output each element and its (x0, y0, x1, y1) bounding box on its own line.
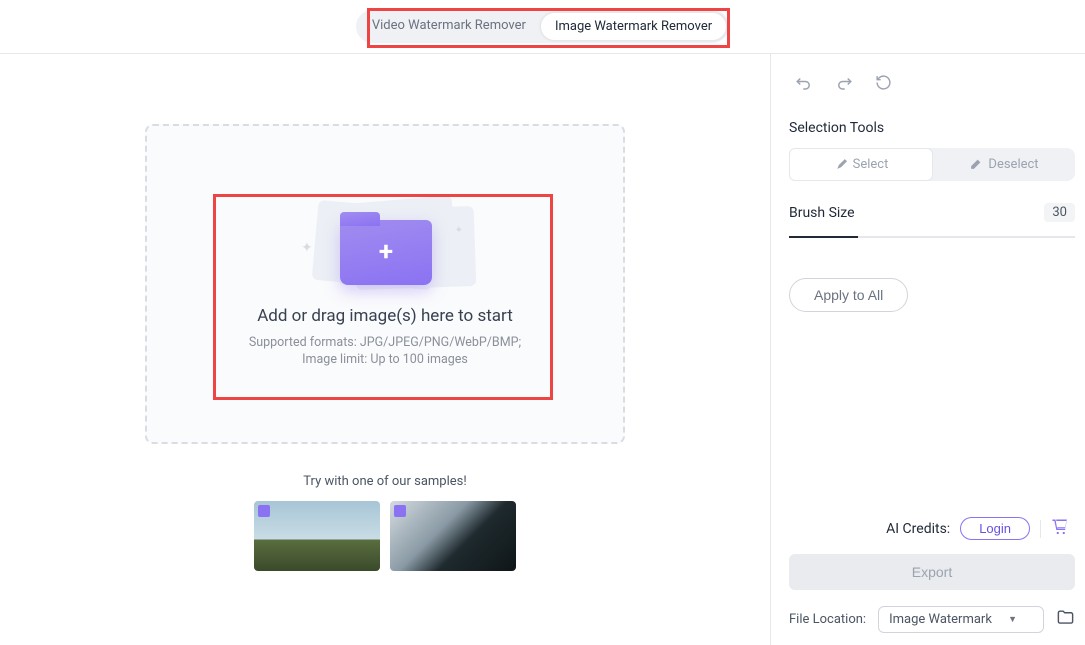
chevron-down-icon: ▼ (1008, 614, 1017, 625)
sample-badge-icon (258, 505, 270, 517)
top-bar: Video Watermark Remover Image Watermark … (0, 0, 1085, 54)
file-location-select[interactable]: Image Watermark ▼ (878, 606, 1044, 633)
sample-thumbnail-1[interactable] (254, 501, 380, 571)
selection-toggle: Select Deselect (789, 148, 1075, 181)
brush-icon (834, 158, 847, 171)
brush-size-slider[interactable] (789, 236, 1075, 238)
selection-tools-title: Selection Tools (789, 120, 1075, 136)
main-panel: ✦ ✦ + Add or drag image(s) here to start… (0, 54, 770, 645)
add-folder-icon: + (340, 220, 432, 285)
mode-tab-toggle: Video Watermark Remover Image Watermark … (356, 10, 729, 43)
apply-to-all-button[interactable]: Apply to All (789, 278, 908, 312)
image-dropzone[interactable]: ✦ ✦ + Add or drag image(s) here to start… (145, 124, 625, 444)
sample-thumbnail-2[interactable] (390, 501, 516, 571)
ai-credits-label: AI Credits: (886, 521, 950, 537)
samples-row (254, 501, 516, 571)
brush-size-label: Brush Size (789, 205, 855, 221)
dropzone-illustration: ✦ ✦ + (315, 200, 455, 290)
tab-video-watermark[interactable]: Video Watermark Remover (358, 12, 540, 41)
eraser-icon (969, 158, 982, 171)
file-location-label: File Location: (789, 612, 866, 627)
deselect-tool-button[interactable]: Deselect (933, 148, 1075, 181)
divider (1040, 520, 1041, 538)
brush-size-value: 30 (1044, 203, 1075, 222)
redo-icon[interactable] (835, 74, 853, 96)
samples-label: Try with one of our samples! (303, 474, 466, 489)
login-button[interactable]: Login (960, 517, 1030, 540)
tab-image-watermark[interactable]: Image Watermark Remover (540, 12, 727, 41)
undo-icon[interactable] (795, 74, 813, 96)
dropzone-subtitle: Supported formats: JPG/JPEG/PNG/WebP/BMP… (249, 334, 521, 369)
select-tool-button[interactable]: Select (789, 148, 933, 181)
sample-badge-icon (394, 505, 406, 517)
open-folder-icon[interactable] (1056, 608, 1075, 631)
sidebar: Selection Tools Select Deselect Brush Si… (770, 54, 1085, 645)
dropzone-title: Add or drag image(s) here to start (257, 306, 513, 326)
export-button[interactable]: Export (789, 554, 1075, 590)
cart-icon[interactable] (1051, 518, 1069, 540)
reset-icon[interactable] (875, 74, 892, 96)
